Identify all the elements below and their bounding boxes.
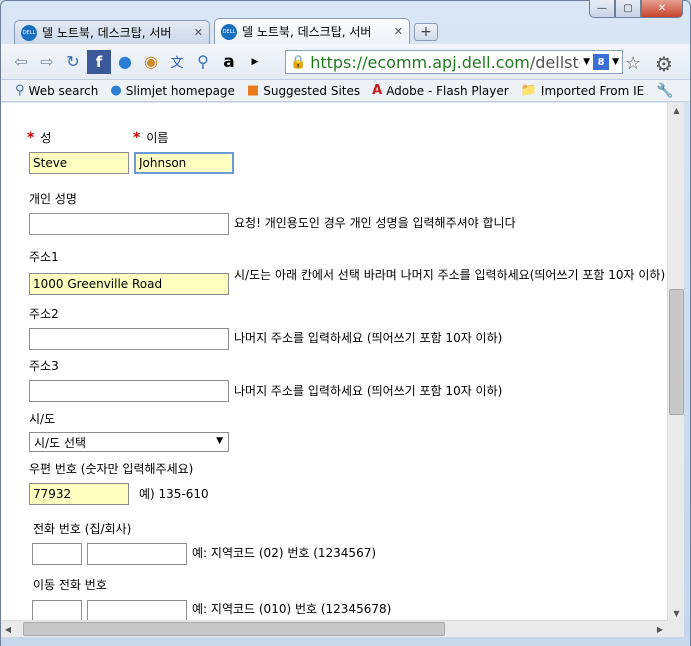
bookmark-web-search[interactable]: ⚲ Web search [15, 83, 98, 98]
horizontal-scroll-thumb[interactable] [23, 622, 445, 636]
personal-name-note: 요청! 개인용도인 경우 개인 성명을 입력해주셔야 합니다 [234, 216, 516, 230]
url-path: /dellstore/m [529, 52, 580, 72]
dropdown-arrow-icon: ▼ [216, 436, 223, 446]
tab-title: 델 노트북, 데스크탑, 서버 [42, 26, 172, 40]
mobile-number-field[interactable] [87, 600, 187, 620]
scroll-down-icon[interactable]: ▼ [668, 606, 685, 620]
vertical-scroll-thumb[interactable] [669, 289, 684, 415]
url-dropdown-icon[interactable]: ▼ [583, 57, 590, 67]
new-tab-button[interactable]: + [414, 23, 438, 41]
tab-1[interactable]: DELL 델 노트북, 데스크탑, 서버 ✕ [14, 20, 210, 44]
search-icon: ⚲ [15, 83, 25, 98]
close-window-button[interactable]: ✕ [641, 0, 683, 18]
phone-label: 전화 번호 (집/회사) [33, 522, 132, 536]
first-name-label-text: 이름 [146, 131, 169, 145]
zoom-icon[interactable]: ⚲ [191, 50, 215, 74]
page-content: *성 *이름 개인 성명 요청! 개인용도인 경우 개인 성명을 입력해주셔야 … [1, 103, 667, 620]
last-name-field[interactable] [29, 152, 129, 174]
first-name-field[interactable] [134, 152, 234, 174]
address3-label: 주소3 [29, 359, 59, 373]
bookmark-star-icon[interactable]: ☆ [625, 53, 641, 74]
suggested-sites-icon: ■ [246, 83, 260, 98]
first-name-label: * 이름 [133, 129, 168, 146]
translate-icon[interactable]: 文 [165, 50, 189, 74]
province-select[interactable]: 시/도 선택 ▼ [29, 432, 229, 452]
scroll-left-icon[interactable]: ◀ [1, 621, 15, 637]
address2-label: 주소2 [29, 307, 59, 321]
forward-icon[interactable]: ⇨ [35, 50, 59, 74]
personal-name-field[interactable] [29, 213, 229, 235]
maximize-button[interactable]: ▢ [615, 0, 641, 18]
bookmark-suggested-sites[interactable]: ■ Suggested Sites [247, 83, 360, 98]
mobile-example: 예: 지역코드 (010) 번호 (12345678) [192, 602, 392, 616]
scroll-up-icon[interactable]: ▲ [668, 103, 685, 117]
amazon-icon[interactable]: a [217, 50, 241, 74]
province-label: 시/도 [29, 412, 56, 426]
province-selected-value: 시/도 선택 [34, 435, 87, 450]
mobile-label: 이동 전화 번호 [33, 578, 107, 592]
bookmark-label: Adobe - Flash Player [386, 83, 509, 98]
bookmark-label: Imported From IE [540, 83, 645, 98]
adobe-icon: A [372, 83, 383, 98]
minimize-button[interactable]: — [589, 0, 615, 18]
lock-icon: 🔒 [290, 54, 307, 70]
globe-icon: ● [110, 83, 122, 98]
dell-icon: DELL [21, 24, 37, 41]
address1-field[interactable] [29, 273, 229, 295]
horizontal-scrollbar[interactable]: ◀ ▶ [1, 620, 667, 637]
scroll-right-icon[interactable]: ▶ [653, 621, 667, 637]
tab-close-icon[interactable]: ✕ [394, 25, 403, 38]
tab-2[interactable]: DELL 델 노트북, 데스크탑, 서버 ✕ [214, 18, 410, 44]
more-extensions-icon[interactable]: ▶ [243, 50, 267, 74]
window-bottom-border [1, 637, 690, 646]
mobile-area-code-field[interactable] [32, 600, 82, 620]
search-engine-dropdown-icon[interactable]: ▼ [612, 57, 619, 67]
bookmarks-bar: ⚲ Web search ● Slimjet homepage ■ Suggested… [1, 80, 690, 102]
required-asterisk-icon: * [133, 130, 141, 146]
tab-strip: DELL 델 노트북, 데스크탑, 서버 ✕ DELL 델 노트북, 데스크탑,… [14, 18, 438, 44]
bookmark-slimjet[interactable]: ● Slimjet homepage [110, 83, 235, 98]
address3-field[interactable] [29, 380, 229, 402]
bookmark-label: Suggested Sites [263, 83, 361, 98]
settings-gear-icon[interactable]: ⚙ [655, 52, 673, 76]
postal-label: 우편 번호 (숫자만 입력해주세요) [29, 462, 194, 476]
address2-field[interactable] [29, 328, 229, 350]
bookmark-imported-ie[interactable]: 📁 Imported From IE [521, 83, 645, 98]
url-text[interactable]: https://ecomm.apj.dell.com/dellstore/m [310, 53, 580, 72]
facebook-icon[interactable]: f [87, 49, 111, 74]
back-icon[interactable]: ⇦ [9, 50, 33, 74]
tab-close-icon[interactable]: ✕ [194, 26, 203, 39]
tab-title: 델 노트북, 데스크탑, 서버 [242, 25, 372, 39]
phone-number-field[interactable] [87, 543, 187, 565]
phone-area-code-field[interactable] [32, 543, 82, 565]
address1-note: 시/도는 아래 칸에서 선택 바라며 나머지 주소를 입력하세요(띄어쓰기 포함… [234, 268, 666, 282]
scrollbar-corner [667, 620, 684, 637]
reload-icon[interactable]: ↻ [61, 50, 85, 74]
personal-name-label: 개인 성명 [29, 192, 77, 206]
required-asterisk-icon: * [27, 130, 35, 146]
phone-example: 예: 지역코드 (02) 번호 (1234567) [192, 546, 377, 560]
bookmark-label: Slimjet homepage [125, 83, 235, 98]
bookmark-adobe[interactable]: A Adobe - Flash Player [372, 83, 509, 98]
address2-note: 나머지 주소를 입력하세요 (띄어쓰기 포함 10자 이하) [234, 331, 503, 345]
dell-icon: DELL [221, 23, 237, 40]
bookmark-label: Web search [28, 83, 99, 98]
bulb-icon[interactable]: ● [113, 50, 137, 74]
address1-label: 주소1 [29, 250, 59, 264]
folder-icon: 📁 [520, 83, 537, 98]
google-search-icon[interactable]: 8 [593, 54, 610, 70]
address3-note: 나머지 주소를 입력하세요 (띄어쓰기 포함 10자 이하) [234, 384, 503, 398]
url-secure: https://ecomm.apj.dell.com [310, 52, 530, 72]
window-controls: — ▢ ✕ [589, 0, 683, 18]
postal-code-field[interactable] [29, 483, 129, 505]
last-name-label: * 성 [27, 129, 51, 146]
address-bar[interactable]: 🔒 https://ecomm.apj.dell.com/dellstore/m… [285, 50, 623, 74]
last-name-label-text: 성 [40, 131, 52, 145]
postal-example: 예) 135-610 [139, 487, 209, 501]
toolbar: ⇦ ⇨ ↻ f ● ◉ 文 ⚲ a ▶ 🔒 https://ecomm.apj.… [1, 44, 690, 80]
wrench-icon[interactable]: 🔧 [656, 83, 673, 99]
vertical-scrollbar[interactable]: ▲ ▼ [667, 103, 684, 620]
extension-icon[interactable]: ◉ [139, 50, 163, 74]
